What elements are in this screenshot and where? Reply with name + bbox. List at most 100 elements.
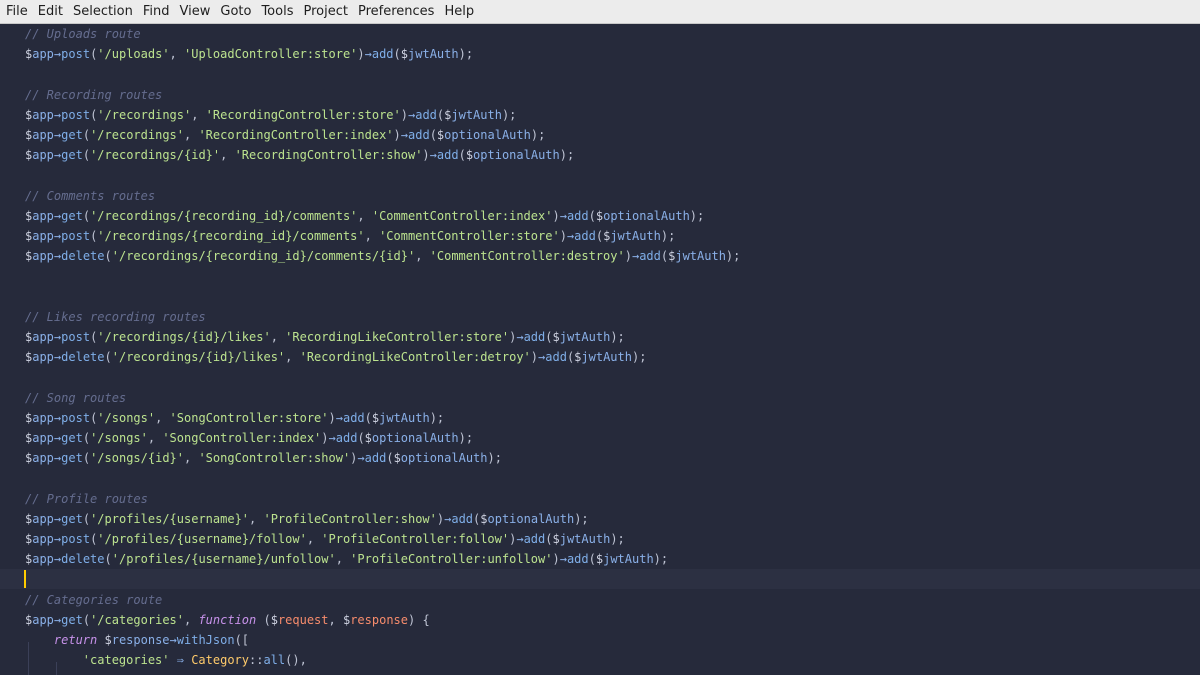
text-cursor [24,570,26,589]
variable-token: optionalAuth [487,511,575,526]
code-line[interactable] [0,367,1200,387]
comment-token: // Song routes [25,390,127,405]
string-token: 'CommentController:destroy' [429,249,625,264]
function-token: get [61,451,83,466]
code-line[interactable]: $app→delete('/recordings/{id}/likes', 'R… [0,347,1200,367]
punctuation-token: ); [458,47,474,62]
menu-file[interactable]: File [2,0,34,24]
punctuation-token: ); [501,107,517,122]
code-line[interactable]: 'categories' ⇒ Category::all(), [0,650,1200,670]
code-line[interactable]: // Likes recording routes [0,307,1200,327]
code-line[interactable] [0,569,1200,590]
code-line[interactable]: $app→get('/recordings/{id}', 'RecordingC… [0,145,1200,165]
code-line[interactable]: $app→post('/recordings/{recording_id}/co… [0,226,1200,246]
menu-goto[interactable]: Goto [216,0,257,24]
string-token: 'RecordingController:show' [234,148,423,163]
code-line[interactable]: $app→delete('/profiles/{username}/unfoll… [0,549,1200,569]
code-line[interactable] [0,468,1200,488]
keyword-token: function [198,612,257,627]
string-token: '/recordings' [90,128,184,142]
string-token: '/recordings' [97,107,192,122]
code-line[interactable] [0,287,1200,307]
punctuation-token: ) [422,148,430,163]
function-token: add [371,47,394,62]
punctuation-token: ); [653,552,669,567]
code-line[interactable]: $app→get('/recordings', 'RecordingContro… [0,125,1200,145]
punctuation-token: ) [400,107,408,122]
menu-find[interactable]: Find [139,0,176,24]
variable-token: app [32,249,54,264]
punctuation-token: ( [82,208,91,223]
code-line[interactable]: // Categories route [0,590,1200,610]
code-editor[interactable]: // Uploads route $ app → post ('/uploads', 'U… [0,24,1200,675]
code-line[interactable]: $app→get('/songs', 'SongController:index… [0,428,1200,448]
string-token: '/recordings/{recording_id}/comments' [97,229,365,243]
function-token: add [523,532,546,546]
code-line[interactable]: // Song routes [0,388,1200,408]
code-line[interactable]: $app→delete('/recordings/{recording_id}/… [0,246,1200,266]
punctuation-token: ) [321,431,329,445]
code-line[interactable]: $ app → post ('/recordings/{id}/likes', 'Rec… [0,327,1200,347]
comment-token: // Categories route [25,592,163,607]
punctuation-token: ( [104,350,112,365]
punctuation-token: ( [545,330,553,344]
punctuation-token: , [184,128,199,142]
function-token: delete [61,552,105,567]
punctuation-token: ( [104,249,112,264]
code-line[interactable]: // Comments routes [0,186,1200,206]
punctuation-token: , [184,612,199,627]
dollar-token: $ [465,148,474,163]
string-token: '/profiles/{username}/follow' [97,532,307,546]
string-token: 'ProfileController:unfollow' [350,552,553,567]
function-token: post [61,330,91,344]
punctuation-token: , [184,451,199,466]
string-token: '/songs' [90,431,148,445]
code-line[interactable] [0,64,1200,84]
comment-token: // Profile routes [25,491,148,506]
string-token: 'CommentController:index' [371,208,553,223]
menu-tools[interactable]: Tools [257,0,299,24]
menu-edit[interactable]: Edit [34,0,69,24]
code-line[interactable]: $ app → post ('/uploads', 'UploadController:… [0,44,1200,64]
variable-token: app [32,148,54,163]
punctuation-token: ) [552,552,560,567]
menu-project[interactable]: Project [299,0,353,24]
punctuation-token [25,653,83,667]
operator-token: → [169,633,177,647]
menu-help[interactable]: Help [440,0,480,24]
function-token: add [566,208,589,223]
code-line[interactable]: // Recording routes [0,85,1200,105]
code-line[interactable]: $ app → post ('/profiles/{username}/follow',… [0,529,1200,549]
menu-view[interactable]: View [176,0,217,24]
code-line[interactable]: $app→get('/profiles/{username}', 'Profil… [0,509,1200,529]
punctuation-token: ( [82,148,91,163]
variable-token: app [32,350,54,365]
function-token: all [263,653,286,668]
operator-token: → [516,532,524,546]
punctuation-token: , [270,330,286,344]
code-line[interactable]: return $response→withJson([ [0,630,1200,650]
punctuation-token: ( [458,148,466,163]
punctuation-token: , [285,350,300,365]
code-line[interactable]: $app→get('/songs/{id}', 'SongController:… [0,448,1200,468]
menu-selection[interactable]: Selection [69,0,139,24]
code-line[interactable]: // Uploads route [0,24,1200,44]
code-line[interactable]: $app→post('/recordings', 'RecordingContr… [0,105,1200,125]
punctuation-token: ( [256,612,271,627]
punctuation-token: , [364,229,380,243]
code-line[interactable]: $app→get('/recordings/{recording_id}/com… [0,206,1200,226]
code-line[interactable]: $app→get('/categories', function ($reque… [0,610,1200,630]
punctuation-token: , [335,552,351,567]
code-line[interactable]: $app→post('/songs', 'SongController:stor… [0,408,1200,428]
code-line[interactable] [0,165,1200,185]
code-line[interactable] [0,266,1200,286]
function-token: delete [61,249,105,264]
menu-preferences[interactable]: Preferences [354,0,440,24]
string-token: 'RecordingLikeController:store' [285,330,510,344]
code-line[interactable]: // Profile routes [0,489,1200,509]
punctuation-token: ) [624,249,632,264]
punctuation-token: (), [285,653,307,668]
operator-token: → [400,128,408,142]
variable-token: app [32,229,54,243]
function-token: get [61,511,83,526]
